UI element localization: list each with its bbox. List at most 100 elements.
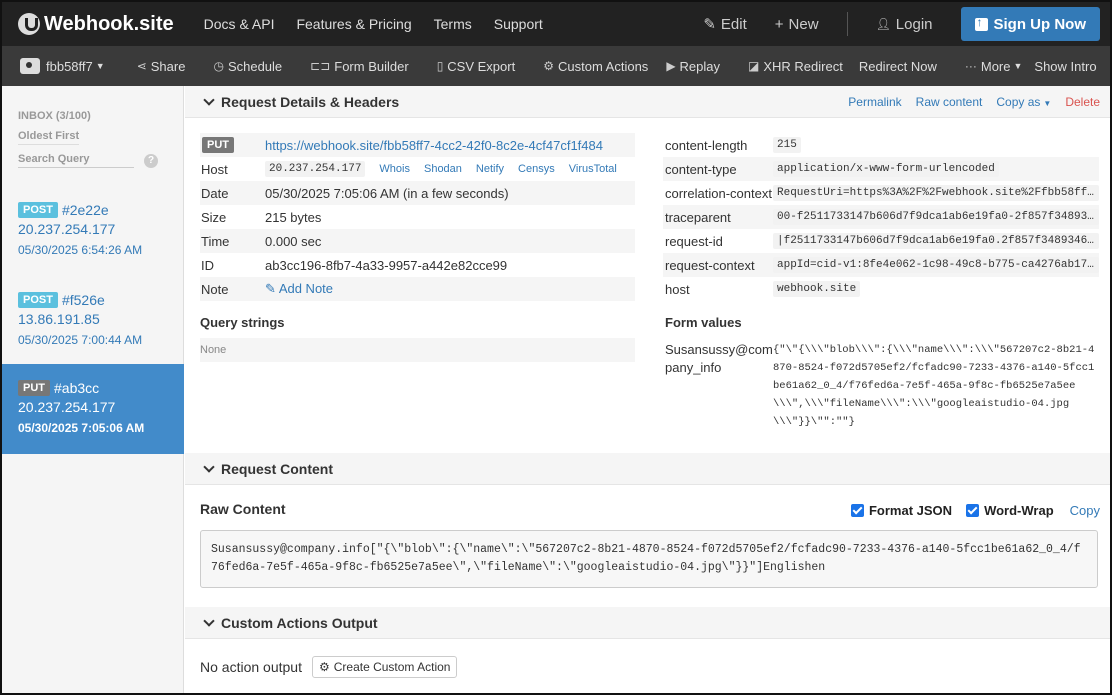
copy-button[interactable]: Copy	[1070, 503, 1100, 518]
sidebar: INBOX (3/100) Oldest First Search Query …	[2, 86, 184, 693]
header-value: appId=cid-v1:8fe4e062-1c98-49c8-b775-ca4…	[773, 257, 1099, 273]
ellipsis-icon: ···	[964, 59, 977, 73]
xhr-redirect-label: XHR Redirect	[763, 58, 843, 74]
format-json-checkbox[interactable]: Format JSON	[850, 503, 952, 518]
details-section-header[interactable]: Request Details & Headers Permalink Raw …	[185, 86, 1110, 118]
show-intro-button[interactable]: Show Intro	[1028, 59, 1102, 74]
header-value: application/x-www-form-urlencoded	[773, 161, 999, 177]
request-list-item[interactable]: POST #2e22e 20.237.254.177 05/30/2025 6:…	[2, 202, 184, 266]
nav-divider	[846, 12, 848, 36]
share-icon: ⋖	[136, 59, 147, 73]
csv-export-button[interactable]: ▯ CSV Export	[431, 59, 522, 74]
word-wrap-label: Word-Wrap	[984, 503, 1054, 518]
request-url-link[interactable]: https://webhook.site/fbb58ff7-4cc2-42f0-…	[265, 138, 603, 153]
edit-label: Edit	[720, 15, 747, 33]
raw-content-box[interactable]: Susansussy@company.info["{\"blob\":{\"na…	[200, 530, 1098, 588]
top-navbar: Webhook.site Docs & API Features & Prici…	[2, 2, 1110, 46]
nav-link-support[interactable]: Support	[494, 16, 543, 32]
redirect-now-button[interactable]: Redirect Now	[853, 59, 943, 74]
header-value: RequestUri=https%3A%2F%2Fwebhook.site%2F…	[773, 185, 1099, 201]
copy-as-label: Copy as	[996, 94, 1041, 109]
virustotal-link[interactable]: VirusTotal	[569, 163, 617, 175]
xhr-redirect-button[interactable]: ◪ XHR Redirect	[742, 59, 849, 74]
censys-link[interactable]: Censys	[518, 163, 555, 175]
note-row: Note ✎ Add Note	[200, 277, 635, 301]
nav-link-docs[interactable]: Docs & API	[204, 16, 275, 32]
redirect-icon: ◪	[748, 59, 760, 73]
login-label: Login	[895, 15, 933, 33]
share-button[interactable]: ⋖ Share	[131, 59, 192, 74]
url-row: PUT https://webhook.site/fbb58ff7-4cc2-4…	[200, 133, 635, 157]
search-input[interactable]: Search Query	[18, 153, 134, 168]
copy-as-dropdown[interactable]: Copy as ▼	[996, 95, 1051, 109]
toolbar: fbb58ff7 ▼ ⋖ Share ◷ Schedule ⊏⊐ Form Build…	[2, 46, 1110, 86]
time-label: Time	[201, 233, 230, 249]
nav-link-features[interactable]: Features & Pricing	[296, 16, 411, 32]
request-ip: 20.237.254.177	[18, 221, 116, 237]
header-row: content-type application/x-www-form-urle…	[663, 157, 1099, 181]
header-row: content-length 215	[663, 133, 1099, 157]
schedule-button[interactable]: ◷ Schedule	[207, 59, 288, 74]
actions-title: Custom Actions Output	[221, 614, 378, 631]
app-window: Webhook.site Docs & API Features & Prici…	[0, 0, 1112, 695]
method-badge: POST	[18, 292, 58, 308]
content-title: Request Content	[221, 460, 333, 477]
request-ip: 13.86.191.85	[18, 311, 100, 327]
request-list-item[interactable]: POST #f526e 13.86.191.85 05/30/2025 7:00…	[2, 292, 184, 356]
chevron-down-icon	[203, 460, 215, 473]
header-key: content-length	[665, 137, 748, 153]
inbox-meta: INBOX (3/100) Oldest First Search Query …	[2, 86, 183, 168]
inbox-count: INBOX (3/100)	[18, 110, 91, 122]
more-label: More	[980, 58, 1011, 74]
replay-button[interactable]: ▶ Replay	[660, 59, 726, 74]
date-label: Date	[201, 185, 229, 201]
header-key: correlation-context	[665, 185, 772, 201]
redirect-now-label: Redirect Now	[858, 58, 937, 74]
delete-link[interactable]: Delete	[1065, 95, 1100, 109]
nav-link-terms[interactable]: Terms	[434, 16, 472, 32]
webhook-logo-icon	[18, 13, 40, 35]
raw-content-link[interactable]: Raw content	[916, 95, 983, 109]
edit-button[interactable]: ✎ Edit	[703, 15, 747, 34]
login-button[interactable]: 👤︎ Login	[876, 16, 933, 33]
size-label: Size	[201, 209, 227, 225]
create-custom-action-label: Create Custom Action	[333, 660, 451, 674]
pencil-icon: ✎	[265, 281, 276, 296]
more-dropdown[interactable]: ··· More ▼	[959, 59, 1029, 74]
word-wrap-checkbox[interactable]: Word-Wrap	[966, 503, 1054, 518]
help-icon[interactable]: ?	[144, 153, 158, 168]
caret-down-icon: ▼	[1043, 98, 1052, 108]
form-builder-button[interactable]: ⊏⊐ Form Builder	[304, 59, 415, 74]
actions-section-header[interactable]: Custom Actions Output	[185, 607, 1110, 639]
netify-link[interactable]: Netify	[476, 163, 504, 175]
permalink-link[interactable]: Permalink	[848, 95, 901, 109]
token-dropdown[interactable]: fbb58ff7 ▼	[20, 58, 105, 74]
whois-link[interactable]: Whois	[379, 163, 410, 175]
schedule-label: Schedule	[227, 58, 283, 74]
brand[interactable]: Webhook.site	[18, 13, 174, 36]
sort-toggle[interactable]: Oldest First	[18, 130, 80, 145]
add-note-button[interactable]: ✎ Add Note	[265, 281, 333, 297]
plus-icon: +	[774, 15, 784, 33]
clock-icon: ◷	[213, 59, 224, 73]
time-row: Time 0.000 sec	[200, 229, 635, 253]
header-value: |f2511733147b606d7f9dca1ab6e19fa0.2f857f…	[773, 233, 1099, 249]
create-custom-action-button[interactable]: ⚙ Create Custom Action	[311, 656, 458, 678]
custom-actions-button[interactable]: ⚙ Custom Actions	[537, 59, 654, 74]
header-value: 215	[773, 137, 801, 153]
method-badge: POST	[18, 202, 58, 218]
share-label: Share	[150, 58, 186, 74]
signup-button[interactable]: Sign Up Now	[960, 7, 1100, 41]
form-key: Susansussy@company_info	[665, 342, 773, 375]
header-row: host webhook.site	[663, 277, 1099, 301]
shodan-link[interactable]: Shodan	[424, 163, 462, 175]
request-list-item-active[interactable]: PUT #ab3cc 20.237.254.177 05/30/2025 7:0…	[2, 364, 184, 454]
id-label: ID	[201, 257, 214, 273]
form-values-title: Form values	[665, 315, 742, 330]
content-section-header[interactable]: Request Content	[185, 453, 1110, 485]
request-id: #ab3cc	[54, 380, 100, 396]
request-time: 05/30/2025 7:05:06 AM	[18, 421, 145, 435]
header-value: webhook.site	[773, 281, 861, 297]
new-button[interactable]: + New	[775, 16, 819, 33]
custom-actions-label: Custom Actions	[557, 58, 649, 74]
